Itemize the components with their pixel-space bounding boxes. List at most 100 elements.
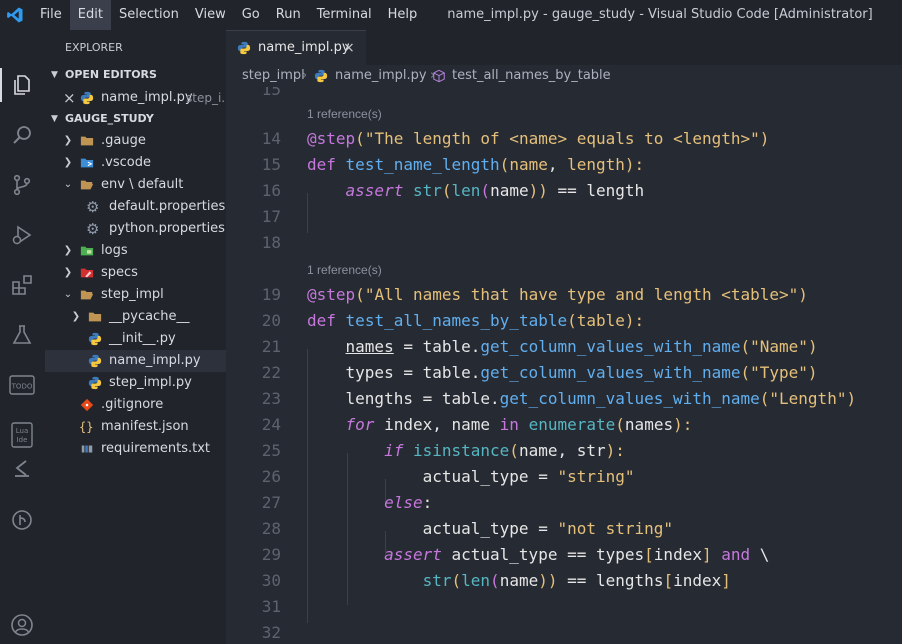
tree-item-python-properties[interactable]: ⚙ python.properties [45, 218, 226, 240]
token-text: actual_type = [307, 519, 558, 538]
line-number: 30 [261, 571, 281, 590]
token-decorator: @step [307, 129, 356, 148]
requirements-file-icon [81, 445, 93, 453]
menu-run[interactable]: Run [268, 0, 309, 30]
code-line-14: @step("The length of <name> equals to <l… [307, 126, 769, 152]
svg-text:TODO: TODO [11, 383, 33, 391]
search-icon[interactable] [8, 121, 36, 149]
breadcrumb-file[interactable]: name_impl.py [335, 65, 427, 87]
token-bracket: ( [451, 571, 462, 590]
tab-name-impl-py[interactable]: name_impl.py × [226, 30, 366, 65]
token-text: name, str [518, 441, 606, 460]
open-editors-label: OPEN EDITORS [65, 68, 157, 81]
codelens-references[interactable]: 1 reference(s) [307, 101, 382, 127]
account-icon[interactable] [8, 611, 36, 639]
method-cube-icon [433, 69, 445, 83]
line-number: 25 [261, 441, 281, 460]
lua-ide-icon[interactable]: Lua Ide [8, 421, 36, 449]
chevron-right-icon: ❯ [63, 157, 73, 168]
codelens-references[interactable]: 1 reference(s) [307, 257, 382, 283]
tree-item-step-impl[interactable]: ⌄ step_impl [45, 284, 226, 306]
svg-text:Ide: Ide [17, 436, 28, 444]
code-line-23: lengths = table.get_column_values_with_n… [307, 386, 857, 412]
title-bar: File Edit Selection View Go Run Terminal… [0, 0, 902, 30]
token-bracket: )) [538, 571, 558, 590]
token-keyword: for [345, 415, 375, 434]
tree-item-logs[interactable]: ❯ logs [45, 240, 226, 262]
token-param: table [576, 311, 625, 330]
token-string: "The length of <name> equals to <length>… [364, 129, 760, 148]
run-debug-icon[interactable] [8, 221, 36, 249]
chevron-right-icon: ❯ [63, 135, 73, 146]
tree-item-step-impl-py[interactable]: step_impl.py [45, 372, 226, 394]
testing-icon[interactable] [8, 321, 36, 349]
tree-item-init-py[interactable]: __init__.py [45, 328, 226, 350]
token-bracket: ): [605, 441, 625, 460]
tree-item-gauge[interactable]: ❯ .gauge [45, 130, 226, 152]
git-file-icon [80, 398, 94, 412]
tree-item-manifest-json[interactable]: {} manifest.json [45, 416, 226, 438]
token-builtin: str [412, 181, 442, 200]
menu-file[interactable]: File [32, 0, 70, 30]
tree-item-label: requirements.txt [101, 441, 211, 456]
line-number: 26 [261, 467, 281, 486]
source-control-icon[interactable] [8, 171, 36, 199]
menu-selection[interactable]: Selection [111, 0, 187, 30]
close-icon[interactable]: × [343, 31, 355, 65]
breadcrumb-folder[interactable]: step_impl [242, 65, 305, 87]
tree-item-env-default[interactable]: ⌄ env \ default [45, 174, 226, 196]
token-text: index, name [374, 415, 500, 434]
workspace-header[interactable]: ▼ GAUGE_STUDY [45, 108, 226, 130]
line-number: 18 [261, 233, 281, 252]
tree-item-label: python.properties [109, 221, 225, 236]
token-identifier: name [499, 571, 539, 590]
token-bracket: ) [807, 363, 818, 382]
python-file-icon [80, 91, 94, 105]
token-string: "Type" [750, 363, 808, 382]
explorer-icon[interactable] [8, 71, 36, 99]
close-icon[interactable]: × [63, 87, 76, 109]
tree-item-vscode[interactable]: ❯ .vscode [45, 152, 226, 174]
specs-folder-icon [80, 268, 94, 278]
token-bracket: [ [644, 545, 654, 564]
tree-item-label: logs [101, 243, 128, 258]
tree-item-default-properties[interactable]: ⚙ default.properties [45, 196, 226, 218]
open-editor-item[interactable]: × name_impl.py step_i... [45, 87, 233, 109]
open-editors-header[interactable]: ▼ OPEN EDITORS [45, 64, 226, 86]
menu-view[interactable]: View [187, 0, 234, 30]
line-number: 20 [261, 311, 281, 330]
line-number: 32 [261, 623, 281, 642]
tree-item-label: specs [101, 265, 138, 280]
tree-item-label: __init__.py [109, 331, 176, 346]
tree-item-gitignore[interactable]: .gitignore [45, 394, 226, 416]
code-line-16: assert str(len(name)) == length [307, 178, 645, 204]
token-keyword: if [384, 441, 404, 460]
git-graph-icon[interactable] [8, 506, 36, 534]
tree-item-name-impl-py[interactable]: name_impl.py [45, 350, 226, 372]
token-text: == lengths [557, 571, 664, 590]
line-number: 17 [261, 207, 281, 226]
gear-icon: ⚙ [86, 198, 100, 216]
tree-item-requirements-txt[interactable]: requirements.txt [45, 438, 226, 460]
todo-icon[interactable]: TODO [8, 371, 36, 399]
breadcrumb-symbol[interactable]: test_all_names_by_table [452, 65, 611, 87]
tree-item-specs[interactable]: ❯ specs [45, 262, 226, 284]
token-text: = table. [393, 337, 481, 356]
menu-edit[interactable]: Edit [69, 0, 111, 30]
menu-help[interactable]: Help [380, 0, 426, 30]
code-editor[interactable]: 15 1 reference(s) 14 @step("The length o… [226, 87, 902, 644]
line-number: 29 [261, 545, 281, 564]
menu-go[interactable]: Go [234, 0, 268, 30]
gauge-icon[interactable] [8, 454, 36, 482]
extensions-icon[interactable] [8, 271, 36, 299]
token-keyword: def [307, 155, 336, 174]
menu-terminal[interactable]: Terminal [309, 0, 380, 30]
tree-item-label: name_impl.py [109, 353, 201, 368]
line-number: 21 [261, 337, 281, 356]
tree-item-pycache[interactable]: ❯ __pycache__ [45, 306, 226, 328]
token-bracket: ( [740, 337, 751, 356]
